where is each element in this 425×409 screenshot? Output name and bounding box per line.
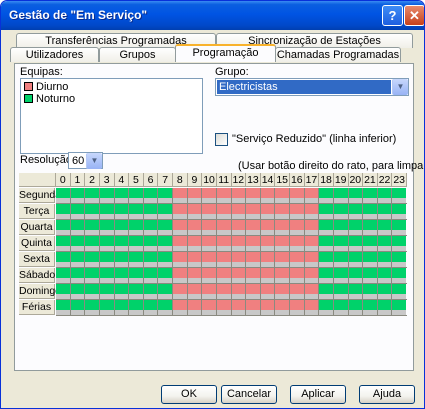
tab-grupos[interactable]: Grupos [99, 47, 176, 62]
hour-header[interactable]: 19 [333, 173, 349, 187]
column-divider [215, 188, 217, 316]
grid-corner [19, 173, 56, 187]
tab-utilizadores[interactable]: Utilizadores [10, 47, 99, 62]
day-label[interactable]: Segunda [19, 188, 61, 203]
hour-header[interactable]: 18 [319, 173, 334, 187]
hour-header[interactable]: 3 [99, 173, 115, 187]
window-title: Gestão de "Em Serviço" [9, 8, 148, 22]
column-divider [318, 188, 320, 316]
equipas-list[interactable]: Diurno Noturno [20, 78, 203, 154]
column-divider [289, 188, 290, 316]
hour-header[interactable]: 13 [246, 173, 261, 187]
grupo-label: Grupo: [215, 66, 249, 78]
cancel-button[interactable]: Cancelar [221, 385, 277, 404]
column-divider [391, 188, 393, 316]
hour-header[interactable]: 12 [231, 173, 247, 187]
column-divider [274, 188, 276, 316]
tab-panel-programacao: Equipas: Diurno Noturno Grupo: Electrici… [14, 63, 424, 371]
tab-chamadas[interactable]: Chamadas Programadas [275, 47, 401, 62]
day-label[interactable]: Sexta [19, 252, 55, 267]
title-bar[interactable]: Gestão de "Em Serviço" ? ✕ [1, 1, 424, 30]
row-divider [56, 315, 407, 316]
day-label[interactable]: Quinta [19, 236, 55, 251]
column-divider [128, 188, 130, 316]
noturno-swatch [24, 94, 33, 103]
column-divider [259, 188, 261, 316]
list-item-noturno[interactable]: Noturno [24, 93, 75, 105]
column-divider [245, 188, 247, 316]
schedule-grid[interactable]: 0 1 2 3 4 5 6 7 8 9 10 11 12 13 14 15 16 17 18 19 20 21 22 23 Se… [19, 173, 411, 318]
column-divider [157, 188, 159, 316]
hour-header[interactable]: 21 [363, 173, 378, 187]
grupo-selected-value: Electricistas [217, 80, 391, 94]
close-button[interactable]: ✕ [404, 5, 424, 26]
equipas-label: Equipas: [20, 66, 63, 78]
hour-header[interactable]: 5 [129, 173, 144, 187]
hour-header[interactable]: 14 [260, 173, 276, 187]
hour-header[interactable]: 1 [70, 173, 86, 187]
hour-header[interactable]: 15 [275, 173, 290, 187]
hour-header[interactable]: 7 [158, 173, 173, 187]
day-label[interactable]: Domingo [19, 284, 61, 299]
list-item-diurno[interactable]: Diurno [24, 81, 68, 93]
column-divider [98, 188, 100, 316]
servico-reduzido-checkbox[interactable] [215, 133, 228, 146]
column-divider [201, 188, 203, 316]
dialog-window: Gestão de "Em Serviço" ? ✕ Transferência… [0, 0, 425, 409]
hour-header[interactable]: 23 [392, 173, 407, 187]
hour-header[interactable]: 20 [348, 173, 364, 187]
column-divider [84, 188, 86, 316]
chevron-down-icon[interactable]: ▼ [86, 153, 102, 169]
column-divider [113, 188, 115, 316]
column-divider [376, 188, 378, 316]
apply-button[interactable]: Aplicar [290, 385, 346, 404]
hour-header[interactable]: 22 [377, 173, 393, 187]
hour-header[interactable]: 10 [202, 173, 217, 187]
hour-header[interactable]: 2 [85, 173, 100, 187]
resolucao-dropdown[interactable]: 60 ▼ [68, 152, 103, 169]
hour-header[interactable]: 8 [173, 173, 188, 187]
hour-header[interactable]: 11 [216, 173, 232, 187]
hour-header[interactable]: 4 [114, 173, 130, 187]
hint-text: (Usar botão direito do rato, para limpar… [238, 160, 425, 172]
ok-button[interactable]: OK [161, 385, 217, 404]
column-divider [303, 188, 305, 316]
help-title-button[interactable]: ? [382, 5, 403, 26]
column-divider [142, 188, 144, 316]
help-button[interactable]: Ajuda [359, 385, 415, 404]
day-label[interactable]: Quarta [19, 220, 55, 235]
column-divider [186, 188, 188, 316]
column-divider [347, 188, 349, 316]
resolucao-value: 60 [72, 155, 85, 167]
column-divider [230, 188, 232, 316]
hour-header[interactable]: 17 [304, 173, 320, 187]
tab-programacao[interactable]: Programação [175, 44, 276, 62]
column-divider [362, 188, 364, 316]
column-divider [69, 188, 71, 316]
dialog-client: Transferências Programadas Sincronização… [4, 30, 424, 406]
grupo-dropdown[interactable]: Electricistas ▼ [215, 78, 409, 96]
day-label[interactable]: Sábado [19, 268, 55, 283]
day-label[interactable]: Férias [19, 300, 55, 315]
diurno-swatch [24, 82, 33, 91]
hour-header[interactable]: 0 [56, 173, 71, 187]
servico-reduzido-label[interactable]: "Serviço Reduzido" (linha inferior) [232, 133, 396, 145]
column-divider [172, 188, 173, 316]
day-label[interactable]: Terça [19, 204, 55, 219]
resolucao-label: Resolução: [20, 154, 76, 166]
hour-header[interactable]: 16 [290, 173, 305, 187]
hour-header[interactable]: 6 [143, 173, 159, 187]
column-divider [332, 188, 334, 316]
hour-header[interactable]: 9 [187, 173, 203, 187]
chevron-down-icon[interactable]: ▼ [392, 79, 408, 95]
